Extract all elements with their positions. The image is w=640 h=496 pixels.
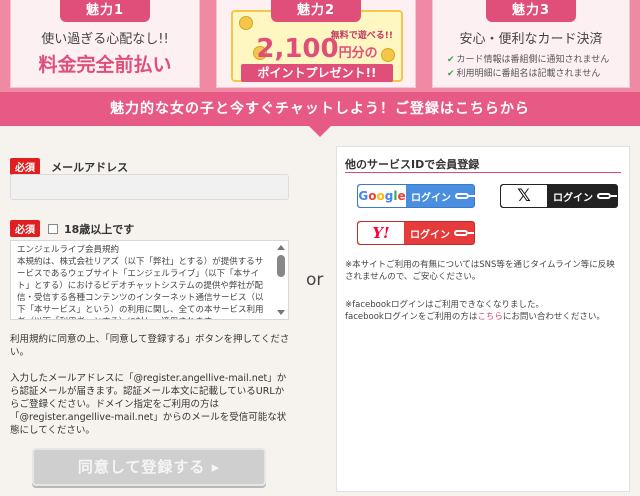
yahoo-login-button[interactable]: Y! ログイン	[357, 221, 475, 245]
feature-1-subtitle: 使い過ぎる心配なし!!	[41, 32, 169, 47]
email-input[interactable]	[10, 174, 289, 200]
feature-3-title: 安心・便利なカード決済	[459, 32, 603, 47]
google-login-label: ログイン	[406, 189, 475, 204]
feature-card-3: 魅力3 安心・便利なカード決済 ✔ カード情報は番組側に通知されません ✔ 利用明細…	[432, 0, 630, 88]
scroll-down-icon[interactable]	[277, 310, 285, 315]
email-label-row: 必須 メールアドレス	[10, 156, 128, 175]
facebook-note-line1: ※facebookログインはご利用できなくなりました。	[345, 300, 544, 310]
google-login-button[interactable]: Google ログイン	[357, 184, 475, 208]
terms-textarea[interactable]: エンジェルライブ会員規約 本規約は、株式会社リアズ（以下「弊社」とする）が提供す…	[10, 240, 289, 320]
feature-tag-2: 魅力2	[271, 0, 361, 22]
feature-card-2: 無料で遊べる!! 2,100円分の ポイントプレゼント!! 魅力2	[216, 0, 416, 88]
check-icon: ✔	[447, 69, 455, 79]
feature-tag-3: 魅力3	[486, 0, 576, 22]
terms-scrollbar[interactable]	[276, 243, 286, 317]
points-number: 2,100	[256, 34, 339, 64]
age-label[interactable]: 18歳以上です	[64, 221, 134, 237]
feature-tag-1: 魅力1	[60, 0, 150, 22]
x-login-button[interactable]: 𝕏 ログイン	[500, 184, 618, 208]
facebook-note-line2: facebookログインをご利用の方はこちらにお問い合わせください。	[345, 312, 605, 322]
x-logo-icon: 𝕏	[501, 185, 547, 207]
points-ribbon: ポイントプレゼント!!	[241, 64, 393, 82]
points-amount: 2,100円分の	[233, 34, 401, 64]
yahoo-login-label: ログイン	[404, 226, 474, 241]
agree-register-button[interactable]: 同意して登録する ▸	[32, 448, 266, 486]
facebook-note: ※facebookログインはご利用できなくなりました。 facebookログイン…	[345, 299, 623, 323]
key-icon	[454, 230, 474, 236]
scroll-thumb[interactable]	[277, 255, 285, 277]
or-separator: or	[306, 270, 324, 290]
required-badge: 必須	[10, 158, 40, 175]
social-login-panel: 他のサービスIDで会員登録 Google ログイン 𝕏 ログイン Y! ログイン…	[336, 146, 630, 492]
yahoo-logo-icon: Y!	[358, 222, 404, 244]
feature-3-bullet: ✔ カード情報は番組側に通知されません	[447, 55, 610, 65]
required-badge: 必須	[10, 220, 40, 237]
social-login-title: 他のサービスIDで会員登録	[345, 158, 480, 171]
email-domain-note: 入力したメールアドレスに「@register.angellive-mail.ne…	[10, 373, 287, 436]
google-logo-icon: Google	[358, 185, 406, 207]
contact-link[interactable]: こちら	[477, 312, 503, 322]
email-label: メールアドレス	[51, 161, 129, 174]
terms-body: 本規約は、株式会社リアズ（以下「弊社」とする）が提供するサービスであるウェブサイ…	[17, 257, 264, 319]
down-arrow-icon	[309, 126, 331, 137]
age-checkbox[interactable]	[48, 223, 58, 234]
feature-banner: 魅力1 使い過ぎる心配なし!! 料金完全前払い 無料で遊べる!! 2,100円分…	[0, 0, 640, 92]
coin-icon	[239, 16, 253, 30]
registration-heading: 魅力的な女の子と今すぐチャットしよう！ご登録はこちらから	[0, 92, 640, 126]
points-unit: 円分の	[338, 46, 378, 61]
feature-3-bullet: ✔ 利用明細に番組名は記載されません	[447, 69, 601, 79]
consent-note: 利用規約に同意の上、「同意して登録する」ボタンを押してください。	[10, 334, 290, 358]
key-icon	[455, 193, 475, 199]
title-divider	[345, 172, 621, 173]
feature-1-title: 料金完全前払い	[38, 54, 172, 76]
scroll-up-icon[interactable]	[277, 245, 285, 250]
feature-card-1: 魅力1 使い過ぎる心配なし!! 料金完全前払い	[10, 0, 200, 88]
check-icon: ✔	[447, 55, 455, 65]
terms-title: エンジェルライブ会員規約	[17, 245, 120, 255]
age-confirm-row: 必須 18歳以上です	[10, 220, 134, 237]
key-icon	[597, 193, 617, 199]
sns-privacy-note: ※本サイトご利用の有無についてはSNS等を通じタイムライン等に反映されませんので…	[345, 260, 615, 282]
x-login-label: ログイン	[547, 189, 617, 204]
